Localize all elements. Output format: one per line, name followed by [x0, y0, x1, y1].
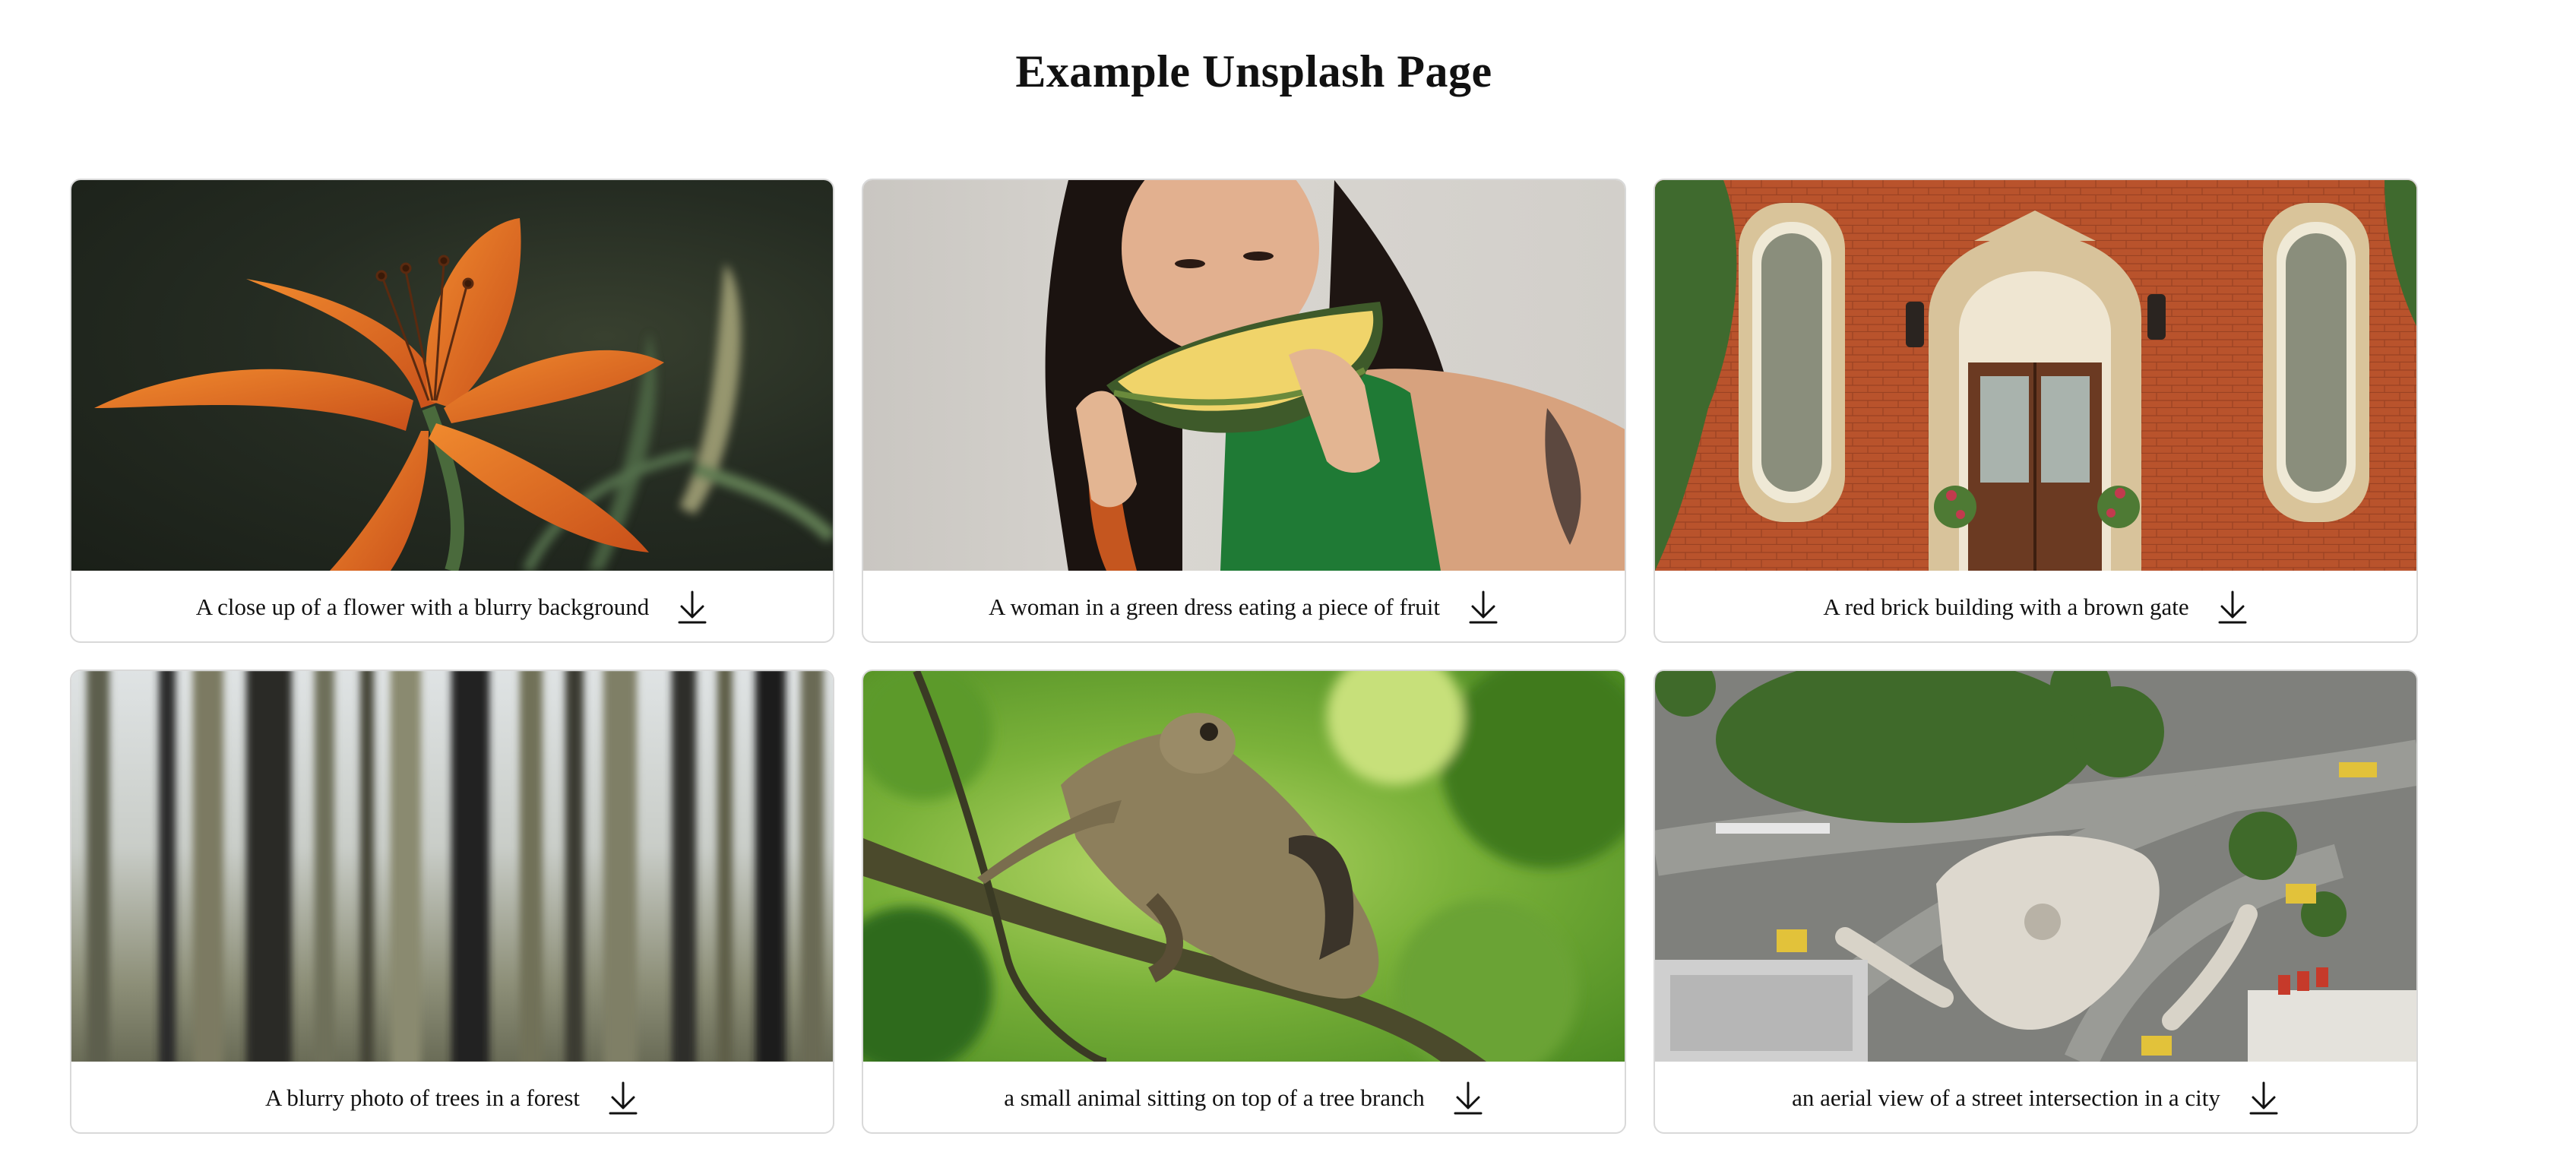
anteater-image: [863, 671, 1625, 1062]
download-icon[interactable]: [1467, 590, 1499, 625]
photo-card: a small animal sitting on top of a tree …: [862, 669, 1626, 1134]
caption-text: A blurry photo of trees in a forest: [264, 1084, 581, 1111]
photo-caption: A blurry photo of trees in a forest: [71, 1062, 833, 1132]
photo-card: A blurry photo of trees in a forest: [70, 669, 834, 1134]
download-icon[interactable]: [2248, 1081, 2280, 1116]
download-icon[interactable]: [2217, 590, 2248, 625]
photo-forest[interactable]: [71, 671, 833, 1062]
caption-text: A close up of a flower with a blurry bac…: [195, 593, 650, 620]
caption-text: a small animal sitting on top of a tree …: [1004, 1084, 1425, 1111]
photo-card: A woman in a green dress eating a piece …: [862, 179, 1626, 643]
woman-image: [1045, 180, 1625, 571]
photo-caption: A red brick building with a brown gate: [1655, 571, 2416, 641]
photo-anteater[interactable]: [863, 671, 1625, 1062]
photo-grid: A close up of a flower with a blurry bac…: [70, 179, 2418, 1134]
page-title: Example Unsplash Page: [1015, 46, 1492, 97]
caption-text: A red brick building with a brown gate: [1823, 593, 2189, 620]
download-icon[interactable]: [676, 590, 708, 625]
photo-card: A close up of a flower with a blurry bac…: [70, 179, 834, 643]
photo-caption: a small animal sitting on top of a tree …: [863, 1062, 1625, 1132]
photo-caption: A close up of a flower with a blurry bac…: [71, 571, 833, 641]
download-icon[interactable]: [1452, 1081, 1484, 1116]
caption-text: an aerial view of a street intersection …: [1792, 1084, 2220, 1111]
photo-brick-building[interactable]: [1655, 180, 2416, 571]
download-icon[interactable]: [607, 1081, 639, 1116]
forest-image: [87, 671, 824, 1062]
photo-card: A red brick building with a brown gate: [1654, 179, 2418, 643]
photo-card: an aerial view of a street intersection …: [1654, 669, 2418, 1134]
brick-building-image: [1655, 180, 2416, 571]
photo-aerial-intersection[interactable]: [1655, 671, 2416, 1062]
photo-caption: an aerial view of a street intersection …: [1655, 1062, 2416, 1132]
photo-caption: A woman in a green dress eating a piece …: [863, 571, 1625, 641]
flower-image: [94, 218, 833, 571]
aerial-intersection-image: [1655, 671, 2416, 1062]
caption-text: A woman in a green dress eating a piece …: [989, 593, 1440, 620]
photo-woman[interactable]: [863, 180, 1625, 571]
photo-flower[interactable]: [71, 180, 833, 571]
